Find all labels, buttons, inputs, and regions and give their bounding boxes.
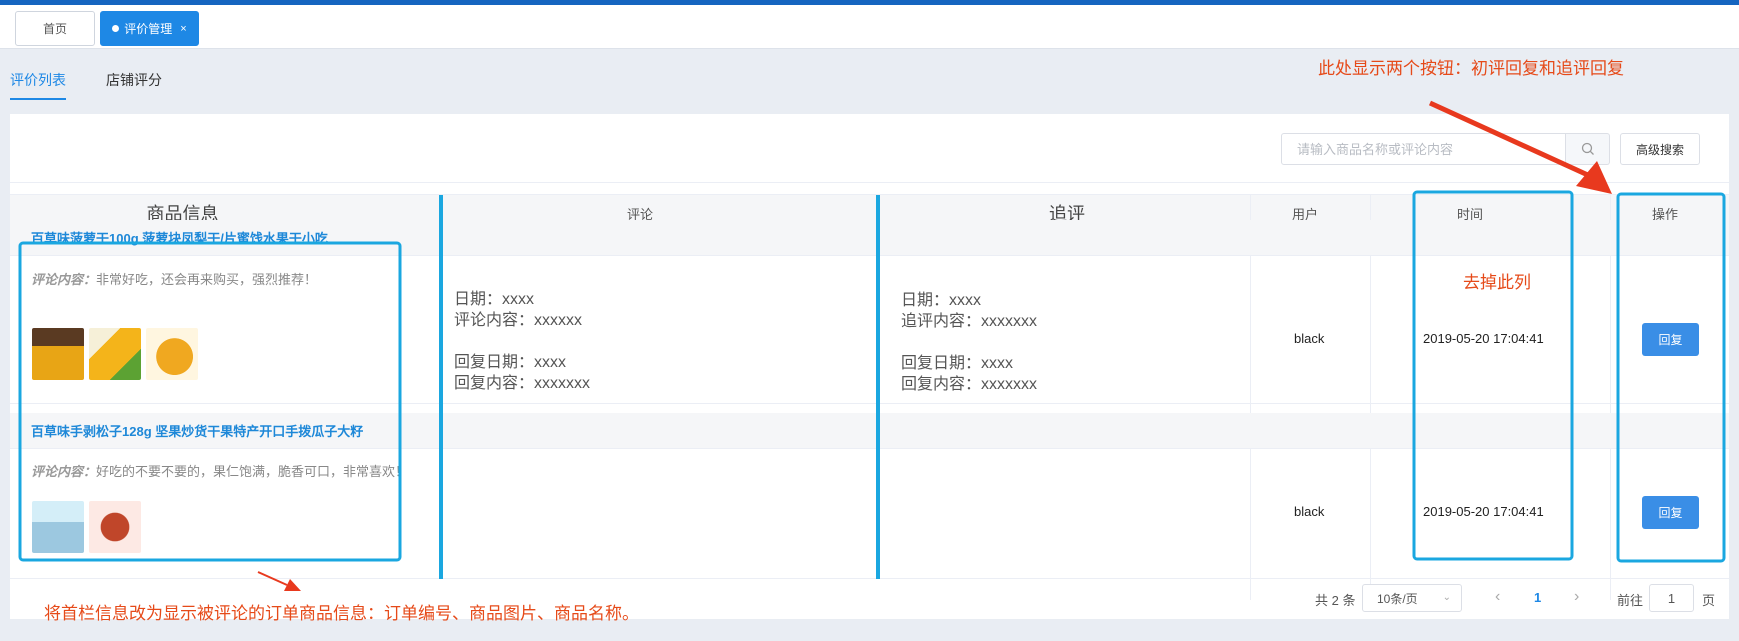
reply-button[interactable]: 回复 [1642,496,1699,529]
comment-label: 评论内容： [31,464,97,479]
comment-text: 非常好吃，还会再来购买，强烈推荐！ [96,272,318,287]
user-name: black [1294,331,1325,346]
tab-home-label: 首页 [42,22,67,36]
advanced-search-button[interactable]: 高级搜索 [1620,133,1700,165]
user-name: black [1294,504,1325,519]
product-image[interactable] [89,501,141,553]
tab-review-management-label: 评价管理 [124,22,173,36]
annotation-note-buttons: 此处显示两个按钮：初评回复和追评回复 [1318,59,1624,78]
followup-detail: 日期：xxxx 追评内容：xxxxxxx 回复日期：xxxx 回复内容：xxxx… [901,292,1038,393]
review-table-panel: 高级搜索 商品信息 评论 追评 用户 时间 操作 百草味菠萝干100g 菠萝块凤… [10,114,1729,619]
search-icon [1581,142,1594,155]
annotation-note-remove-column: 去掉此列 [1463,273,1531,292]
product-comment: 评论内容：好吃的不要不要的，果仁饱满，脆香可口，非常喜欢！ [31,461,408,480]
close-icon[interactable]: × [180,23,186,35]
page-size-value: 10条/页 [1377,591,1418,606]
product-image[interactable] [146,328,198,380]
divider [10,182,1729,183]
product-image[interactable] [89,328,141,380]
row-divider [10,403,1729,404]
product-image[interactable] [32,501,84,553]
tab-shop-rating[interactable]: 店铺评分 [106,70,162,100]
row-divider [10,578,1729,579]
page-unit-label: 页 [1702,593,1716,608]
review-time: 2019-05-20 17:04:41 [1423,331,1544,346]
prev-page-icon[interactable]: ‹ [1495,588,1500,606]
tab-home[interactable]: 首页 [15,11,95,46]
review-detail: 日期：xxxx 评论内容：xxxxxx 回复日期：xxxx 回复内容：xxxxx… [454,291,591,392]
comment-label: 评论内容： [31,272,97,287]
next-page-icon[interactable]: › [1574,588,1579,606]
comment-text: 好吃的不要不要的，果仁饱满，脆香可口，非常喜欢！ [96,464,409,479]
page-size-select[interactable]: 10条/页 ⌄ [1362,584,1462,612]
annotation-note-first-column: 将首栏信息改为显示被评论的订单商品信息：订单编号、商品图片、商品名称。 [44,604,639,623]
product-title[interactable]: 百草味手剥松子128g 坚果炒货干果特产开口手拨瓜子大籽 [31,421,363,440]
total-count: 共 2 条 [1315,593,1356,608]
goto-label: 前往 [1617,593,1644,608]
active-dot-icon [112,25,120,32]
tab-bar: 首页 评价管理 × [0,5,1739,49]
product-image[interactable] [32,328,84,380]
product-comment: 评论内容：非常好吃，还会再来购买，强烈推荐！ [31,269,317,288]
goto-page-input[interactable]: 1 [1649,584,1694,612]
search-input[interactable] [1281,133,1566,165]
page-number-current[interactable]: 1 [1534,590,1541,605]
search-button[interactable] [1566,133,1610,165]
tab-review-management[interactable]: 评价管理 × [100,11,199,46]
reply-button[interactable]: 回复 [1642,323,1699,356]
product-title[interactable]: 百草味菠萝干100g 菠萝块凤梨干/片蜜饯水果干小吃 [31,228,328,247]
review-time: 2019-05-20 17:04:41 [1423,504,1544,519]
chevron-down-icon: ⌄ [1442,592,1451,603]
tab-review-list[interactable]: 评价列表 [10,70,66,100]
